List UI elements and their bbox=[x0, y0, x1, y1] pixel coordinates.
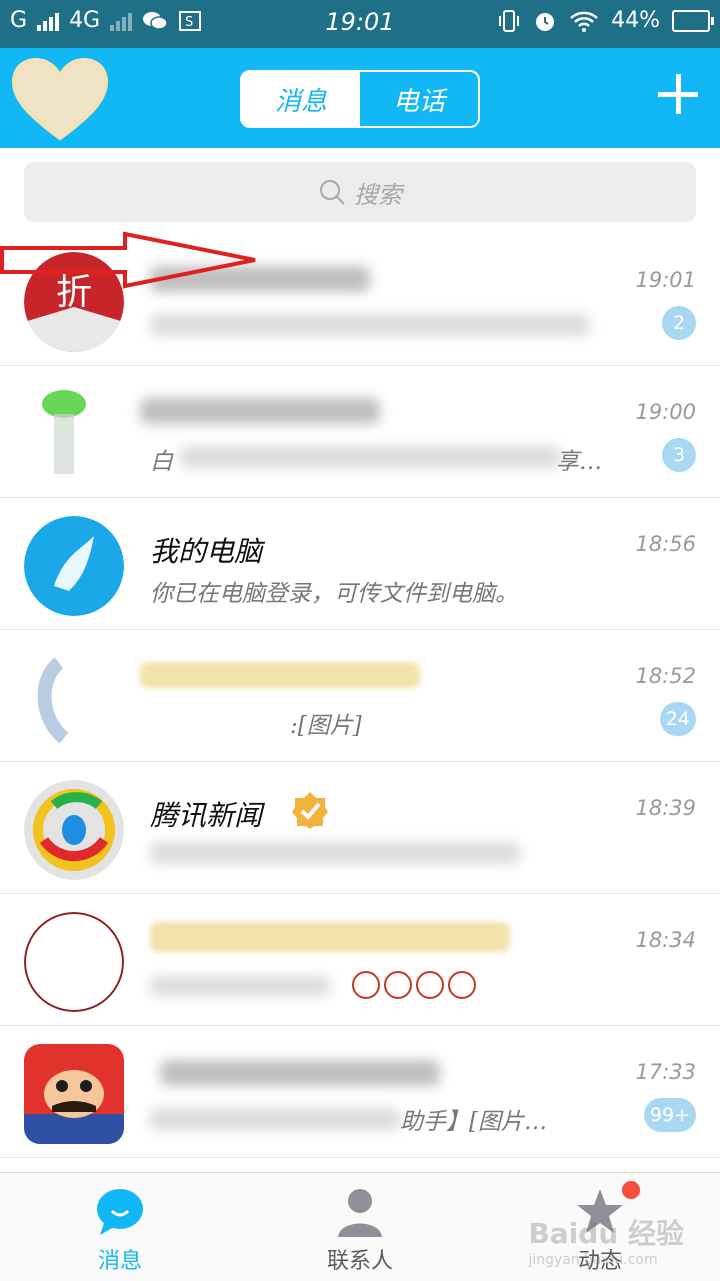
battery-percent: 44% bbox=[611, 8, 660, 33]
chat-bubble-icon bbox=[97, 1189, 143, 1235]
conversation-time: 19:00 bbox=[635, 400, 696, 424]
conversation-preview: 你已在电脑登录，可传文件到电脑。 bbox=[150, 581, 518, 607]
preview-redacted bbox=[150, 976, 330, 996]
name-redacted bbox=[160, 1060, 440, 1086]
name-redacted bbox=[140, 662, 420, 688]
conversation-name: 腾讯新闻 bbox=[150, 799, 263, 832]
conversation-time: 17:33 bbox=[635, 1060, 696, 1084]
conversation-time: 18:39 bbox=[635, 796, 696, 820]
conversation-preview: 助手】[图片… bbox=[400, 1109, 547, 1135]
watermark: Baidu 经验 jingyan.baidu.com bbox=[528, 1212, 684, 1268]
conversation-preview: :[图片] bbox=[290, 713, 362, 739]
tab-label: 消息 bbox=[97, 1249, 142, 1274]
watermark-sub: jingyan.baidu.com bbox=[528, 1252, 658, 1268]
notification-dot bbox=[622, 1181, 640, 1199]
tab-calls[interactable]: 电话 bbox=[360, 72, 478, 126]
conversation-time: 18:34 bbox=[635, 928, 696, 952]
conversation-time: 18:56 bbox=[635, 532, 696, 556]
status-bar: G 4G S 19:01 44% bbox=[0, 0, 720, 48]
app-header: 消息 电话 bbox=[0, 48, 720, 148]
segment-control: 消息 电话 bbox=[240, 70, 480, 128]
add-icon[interactable] bbox=[658, 74, 698, 114]
status-right: 44% bbox=[497, 8, 714, 33]
vibrate-icon bbox=[499, 9, 520, 32]
conversation-row[interactable]: 腾讯新闻 18:39 bbox=[0, 762, 720, 894]
conversation-row[interactable]: 白 享… 19:00 3 bbox=[0, 366, 720, 498]
conversation-row[interactable]: 我的电脑 你已在电脑登录，可传文件到电脑。 18:56 bbox=[0, 498, 720, 630]
my-avatar[interactable] bbox=[10, 56, 110, 142]
annotation-arrow bbox=[0, 231, 256, 289]
unread-badge: 99+ bbox=[643, 1098, 696, 1132]
conversation-name: 我的电脑 bbox=[150, 535, 263, 568]
conversation-preview-end: 享… bbox=[556, 449, 602, 475]
alarm-icon bbox=[536, 12, 555, 31]
search-input[interactable]: 搜索 bbox=[24, 162, 696, 222]
conversation-row[interactable]: 18:34 bbox=[0, 894, 720, 1026]
name-redacted bbox=[150, 922, 510, 952]
wifi-icon bbox=[570, 11, 598, 32]
unread-badge: 24 bbox=[659, 702, 696, 736]
tab-label: 联系人 bbox=[326, 1249, 393, 1274]
name-redacted bbox=[140, 398, 380, 424]
battery-icon bbox=[672, 9, 714, 32]
mario-avatar bbox=[24, 1044, 124, 1144]
search-placeholder: 搜索 bbox=[354, 180, 402, 209]
preview-redacted bbox=[180, 446, 560, 468]
conversation-preview: 白 bbox=[150, 449, 173, 475]
tab-contacts[interactable]: 联系人 bbox=[240, 1173, 480, 1281]
conversation-list: 折 19:01 2 白 享… 19:00 3 我的电脑 你已在电脑登录，可传文件… bbox=[0, 234, 720, 1158]
person-icon bbox=[338, 1189, 382, 1237]
preview-redacted bbox=[150, 314, 590, 336]
conversation-time: 18:52 bbox=[635, 664, 696, 688]
watermark-text: Baidu 经验 bbox=[528, 1217, 684, 1250]
search-icon bbox=[320, 180, 345, 205]
tencent-news-icon bbox=[24, 780, 124, 880]
avatar bbox=[24, 384, 124, 484]
tab-messages-bottom[interactable]: 消息 bbox=[0, 1173, 240, 1281]
preview-redacted bbox=[150, 842, 520, 864]
emoji-icons bbox=[352, 971, 476, 999]
unread-badge: 2 bbox=[662, 306, 696, 340]
preview-redacted bbox=[150, 1108, 400, 1130]
tab-messages[interactable]: 消息 bbox=[242, 72, 360, 126]
conversation-row[interactable]: 助手】[图片… 17:33 99+ bbox=[0, 1026, 720, 1158]
search-area: 搜索 bbox=[0, 148, 720, 234]
conversation-row[interactable]: :[图片] 18:52 24 bbox=[0, 630, 720, 762]
avatar bbox=[24, 912, 124, 1012]
verified-icon bbox=[292, 792, 328, 829]
unread-badge: 3 bbox=[662, 438, 696, 472]
my-computer-icon bbox=[24, 516, 124, 616]
avatar bbox=[24, 648, 124, 748]
conversation-time: 19:01 bbox=[635, 268, 696, 292]
